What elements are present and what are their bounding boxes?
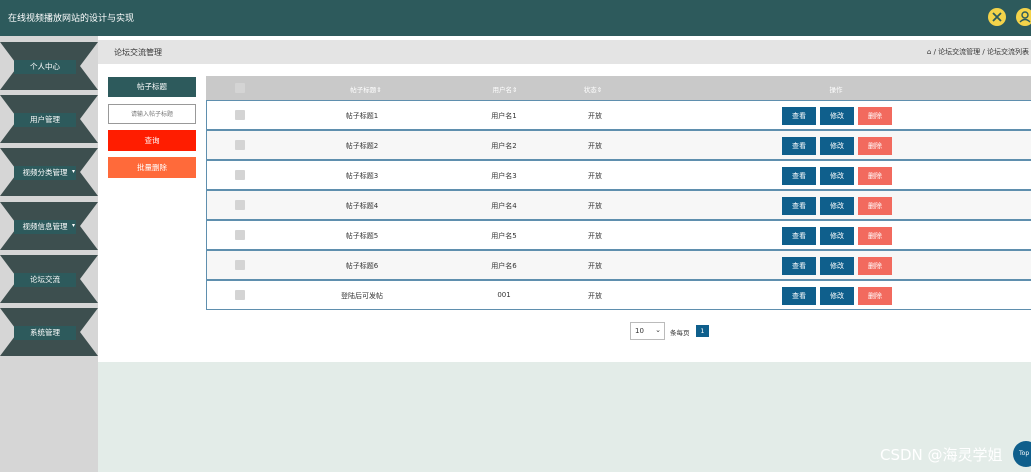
delete-button[interactable]: 删除 bbox=[858, 167, 892, 185]
sidebar-item-label: 用户管理 bbox=[14, 113, 76, 127]
cell-status: 开放 bbox=[588, 262, 602, 270]
search-label: 帖子标题 bbox=[108, 77, 196, 97]
cell-title: 帖子标题5 bbox=[345, 232, 379, 240]
row-checkbox[interactable] bbox=[235, 140, 245, 150]
view-button[interactable]: 查看 bbox=[782, 227, 816, 245]
cell-status: 开放 bbox=[588, 232, 602, 240]
cell-user: 用户名4 bbox=[491, 202, 517, 210]
cell-user: 用户名6 bbox=[491, 262, 517, 270]
cell-title: 帖子标题4 bbox=[345, 202, 379, 210]
row-checkbox[interactable] bbox=[235, 170, 245, 180]
query-button[interactable]: 查询 bbox=[108, 130, 196, 151]
sidebar-item-label: 个人中心 bbox=[14, 60, 76, 74]
edit-button[interactable]: 修改 bbox=[820, 107, 854, 125]
delete-button[interactable]: 删除 bbox=[858, 287, 892, 305]
header-user: 用户名⇕ bbox=[492, 86, 518, 94]
sidebar-item-personal-center[interactable]: 个人中心 bbox=[0, 42, 98, 90]
cell-title: 帖子标题2 bbox=[345, 142, 379, 150]
row-checkbox[interactable] bbox=[235, 200, 245, 210]
table-row: 帖子标题6 用户名6 开放 查看 修改 删除 bbox=[206, 250, 1031, 280]
cell-status: 开放 bbox=[588, 202, 602, 210]
table-row: 帖子标题2 用户名2 开放 查看 修改 删除 bbox=[206, 130, 1031, 160]
breadcrumb: ⌂ / 论坛交流管理 / 论坛交流列表 bbox=[927, 47, 1029, 57]
row-checkbox[interactable] bbox=[235, 290, 245, 300]
row-checkbox[interactable] bbox=[235, 110, 245, 120]
app-title: 在线视频播放网站的设计与实现 bbox=[8, 14, 135, 24]
search-input[interactable] bbox=[108, 104, 196, 124]
chevron-down-icon: ⌄ bbox=[655, 326, 661, 334]
view-button[interactable]: 查看 bbox=[782, 287, 816, 305]
view-button[interactable]: 查看 bbox=[782, 137, 816, 155]
view-button[interactable]: 查看 bbox=[782, 107, 816, 125]
row-checkbox[interactable] bbox=[235, 230, 245, 240]
sidebar-item-label: 视频分类管理 bbox=[14, 166, 76, 180]
cell-user: 用户名5 bbox=[491, 232, 517, 240]
header-title: 帖子标题⇕ bbox=[350, 86, 382, 94]
page-title: 论坛交流管理 bbox=[114, 48, 162, 57]
cell-title: 帖子标题3 bbox=[345, 172, 379, 180]
breadcrumb-trail[interactable]: / 论坛交流管理 / 论坛交流列表 bbox=[934, 48, 1029, 56]
per-page-text: 条每页 bbox=[670, 329, 690, 337]
cell-user: 用户名2 bbox=[491, 142, 517, 150]
cell-user: 用户名3 bbox=[491, 172, 517, 180]
sidebar-item-label: 论坛交流 bbox=[14, 273, 76, 287]
delete-button[interactable]: 删除 bbox=[858, 107, 892, 125]
cell-user: 001 bbox=[497, 291, 511, 299]
edit-button[interactable]: 修改 bbox=[820, 257, 854, 275]
cell-status: 开放 bbox=[588, 292, 602, 300]
edit-button[interactable]: 修改 bbox=[820, 137, 854, 155]
delete-button[interactable]: 删除 bbox=[858, 257, 892, 275]
top-header: 在线视频播放网站的设计与实现 bbox=[0, 0, 1031, 36]
table-row: 帖子标题1 用户名1 开放 查看 修改 删除 bbox=[206, 100, 1031, 130]
header-status: 状态⇕ bbox=[583, 86, 603, 94]
sidebar-item-system[interactable]: 系统管理 bbox=[0, 308, 98, 356]
view-button[interactable]: 查看 bbox=[782, 167, 816, 185]
sidebar-item-video-category[interactable]: 视频分类管理 ▾ bbox=[0, 148, 98, 196]
table-row: 帖子标题4 用户名4 开放 查看 修改 删除 bbox=[206, 190, 1031, 220]
home-icon[interactable]: ⌂ bbox=[927, 48, 931, 56]
chevron-down-icon: ▾ bbox=[72, 222, 76, 229]
cell-user: 用户名1 bbox=[491, 112, 517, 120]
sidebar-item-label: 视频信息管理 bbox=[14, 220, 76, 234]
table-row: 登陆后可发帖 001 开放 查看 修改 删除 bbox=[206, 280, 1031, 310]
cell-title: 帖子标题6 bbox=[345, 262, 379, 270]
watermark: CSDN @海灵学姐 bbox=[880, 446, 1003, 464]
breadcrumb-bar: 论坛交流管理 ⌂ / 论坛交流管理 / 论坛交流列表 bbox=[98, 40, 1031, 64]
delete-button[interactable]: 删除 bbox=[858, 227, 892, 245]
expand-icon[interactable] bbox=[988, 8, 1006, 26]
page-number-current[interactable]: 1 bbox=[696, 325, 709, 337]
select-all-checkbox[interactable] bbox=[235, 83, 245, 93]
batch-delete-button[interactable]: 批量删除 bbox=[108, 157, 196, 178]
sidebar-item-video-info[interactable]: 视频信息管理 ▾ bbox=[0, 202, 98, 250]
edit-button[interactable]: 修改 bbox=[820, 167, 854, 185]
sidebar-item-label: 系统管理 bbox=[14, 326, 76, 340]
back-to-top-button[interactable]: Top bbox=[1013, 441, 1031, 467]
sidebar: 个人中心 用户管理 视频分类管理 ▾ 视频信息管理 ▾ 论坛交流 系统管理 bbox=[0, 36, 98, 472]
edit-button[interactable]: 修改 bbox=[820, 197, 854, 215]
edit-button[interactable]: 修改 bbox=[820, 227, 854, 245]
cell-title: 登陆后可发帖 bbox=[341, 292, 383, 300]
cell-title: 帖子标题1 bbox=[345, 112, 379, 120]
table-row: 帖子标题3 用户名3 开放 查看 修改 删除 bbox=[206, 160, 1031, 190]
chevron-down-icon: ▾ bbox=[72, 168, 76, 175]
row-checkbox[interactable] bbox=[235, 260, 245, 270]
cell-status: 开放 bbox=[588, 112, 602, 120]
delete-button[interactable]: 删除 bbox=[858, 197, 892, 215]
view-button[interactable]: 查看 bbox=[782, 197, 816, 215]
header-actions: 操作 bbox=[829, 86, 843, 94]
page-size-select[interactable]: 10 ⌄ bbox=[630, 322, 665, 340]
table-row: 帖子标题5 用户名5 开放 查看 修改 删除 bbox=[206, 220, 1031, 250]
cell-status: 开放 bbox=[588, 172, 602, 180]
sidebar-item-user-management[interactable]: 用户管理 bbox=[0, 95, 98, 143]
sidebar-item-forum[interactable]: 论坛交流 bbox=[0, 255, 98, 303]
view-button[interactable]: 查看 bbox=[782, 257, 816, 275]
user-icon[interactable] bbox=[1016, 8, 1031, 26]
cell-status: 开放 bbox=[588, 142, 602, 150]
edit-button[interactable]: 修改 bbox=[820, 287, 854, 305]
delete-button[interactable]: 删除 bbox=[858, 137, 892, 155]
table-header: 帖子标题⇕ 用户名⇕ 状态⇕ 操作 bbox=[206, 76, 1031, 100]
